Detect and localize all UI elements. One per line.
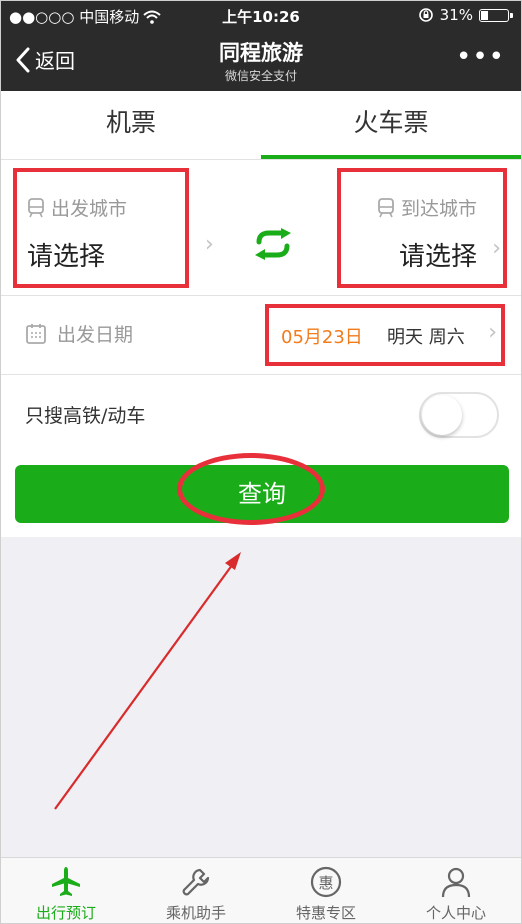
departure-city-label: 出发城市 — [51, 198, 128, 220]
wrench-icon — [182, 868, 210, 896]
tab-train[interactable]: 火车票 — [261, 91, 521, 159]
search-button[interactable]: 查询 — [15, 465, 509, 523]
more-button[interactable]: ••• — [456, 44, 505, 70]
battery-icon — [479, 8, 513, 22]
bottom-tab-bar: 出行预订 乘机助手 惠 特惠专区 个人中心 — [1, 857, 521, 923]
departure-date-label: 出发日期 — [57, 324, 134, 346]
date-label-wrap: 出发日期 — [25, 320, 133, 347]
tabbar-item-profile[interactable]: 个人中心 — [391, 858, 521, 923]
discount-icon: 惠 — [310, 866, 342, 898]
calendar-icon — [26, 323, 46, 344]
chevron-right-icon: › — [488, 320, 497, 345]
train-icon — [378, 197, 394, 217]
page-subtitle: 微信安全支付 — [224, 69, 297, 83]
tabbar-item-booking[interactable]: 出行预订 — [1, 858, 131, 923]
tabbar-item-assistant[interactable]: 乘机助手 — [131, 858, 261, 923]
ticket-tabs: 机票 火车票 — [1, 91, 521, 160]
departure-date-desc: 明天 周六 — [387, 327, 465, 348]
search-form: 出发城市 请选择 › 到达城市 请选择 › 出发日期 05月23日 明天 周六 … — [1, 160, 521, 453]
battery-info: 31% — [418, 6, 513, 24]
departure-date-value: 05月23日 — [281, 327, 363, 348]
tabbar-label: 乘机助手 — [165, 904, 226, 922]
plane-icon — [52, 867, 80, 896]
departure-city-selector[interactable]: 出发城市 请选择 — [13, 168, 189, 288]
status-bar: ●●○○○ 中国移动 上午10:26 31% — [1, 1, 521, 29]
train-icon — [28, 197, 44, 217]
arrival-city-label: 到达城市 — [400, 198, 477, 220]
arrival-city-selector[interactable]: 到达城市 请选择 › — [337, 168, 507, 288]
nav-bar: 返回 同程旅游 微信安全支付 ••• — [1, 29, 521, 91]
arrival-city-value: 请选择 — [398, 242, 477, 272]
page-title: 同程旅游 — [219, 41, 303, 65]
chevron-right-icon: › — [205, 232, 214, 257]
search-button-label: 查询 — [238, 480, 286, 508]
tabbar-label: 特惠专区 — [295, 904, 356, 922]
search-button-area: 查询 — [1, 453, 521, 537]
tabbar-label: 出行预订 — [35, 904, 96, 922]
tabbar-label: 个人中心 — [425, 904, 486, 922]
app-window: ●●○○○ 中国移动 上午10:26 31% 返回 同程旅游 微信安全支付 ••… — [0, 0, 522, 924]
city-row: 出发城市 请选择 › 到达城市 请选择 › — [1, 160, 521, 296]
chevron-right-icon: › — [492, 236, 501, 261]
highspeed-toggle[interactable] — [419, 392, 499, 438]
departure-city-label-wrap: 出发城市 — [27, 194, 127, 221]
rotation-lock-icon — [418, 8, 433, 22]
arrival-city-label-wrap: 到达城市 — [377, 194, 477, 221]
date-row: 出发日期 05月23日 明天 周六 › — [1, 296, 521, 375]
tab-flight[interactable]: 机票 — [1, 91, 261, 159]
person-icon — [441, 867, 471, 898]
highspeed-label: 只搜高铁/动车 — [25, 405, 146, 427]
highspeed-row: 只搜高铁/动车 — [1, 375, 521, 453]
departure-date-selector[interactable]: 05月23日 明天 周六 › — [265, 304, 505, 366]
toggle-knob — [422, 395, 462, 435]
battery-percent: 31% — [439, 6, 473, 24]
swap-cities-icon[interactable] — [249, 228, 297, 260]
tabbar-item-deals[interactable]: 惠 特惠专区 — [261, 858, 391, 923]
departure-city-value: 请选择 — [27, 242, 106, 272]
svg-text:惠: 惠 — [318, 874, 333, 892]
